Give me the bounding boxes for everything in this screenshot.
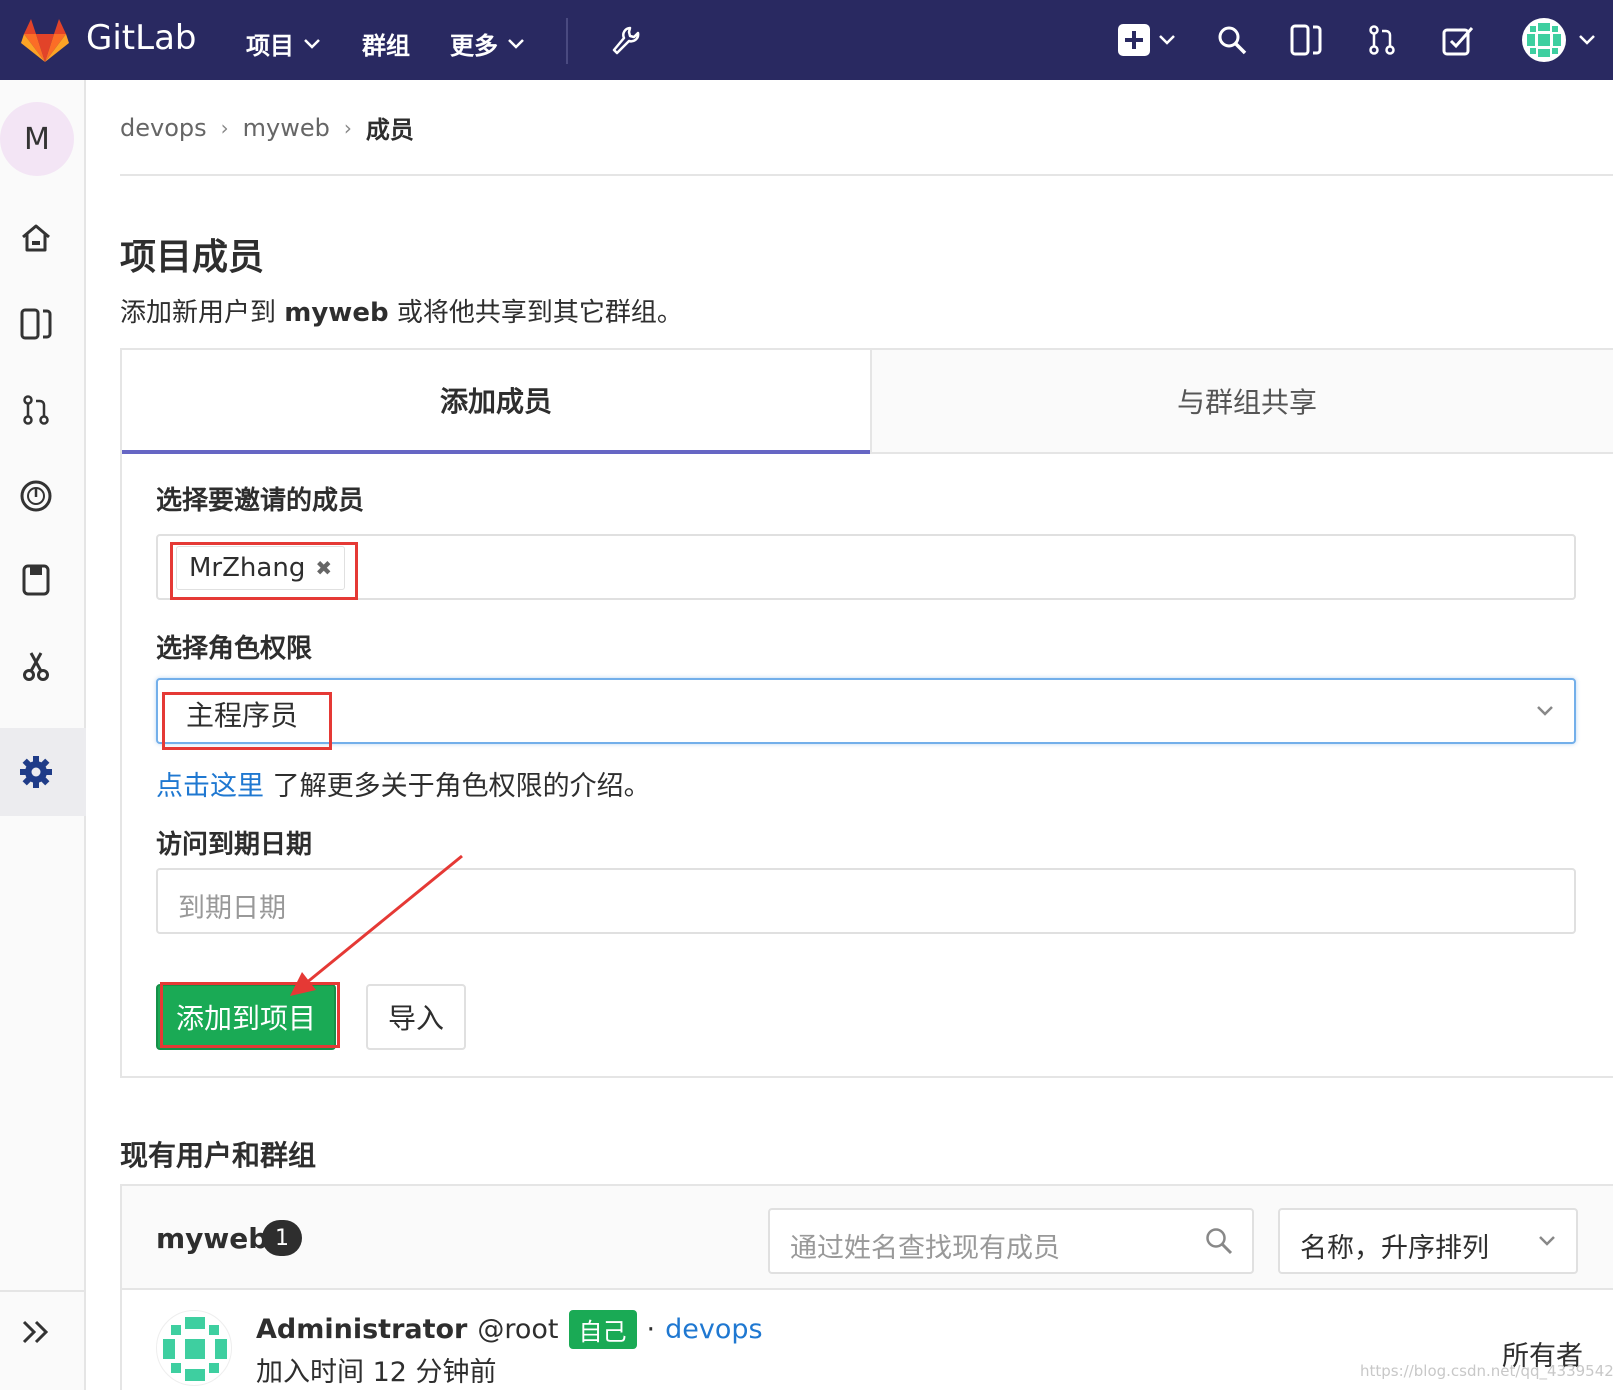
- nav-groups-label: 群组: [362, 32, 410, 60]
- invite-member-input[interactable]: MrZhang ✖: [156, 534, 1576, 600]
- tab-share-with-group[interactable]: 与群组共享: [870, 350, 1613, 454]
- member-separator: ·: [646, 1314, 656, 1345]
- project-avatar[interactable]: M: [0, 102, 74, 176]
- role-help-text: 点击这里 了解更多关于角色权限的介绍。: [156, 764, 651, 803]
- merge-request-icon[interactable]: [14, 388, 58, 432]
- members-list-card: myweb 1 通过姓名查找现有成员 名称，升序排列 Administrator…: [120, 1184, 1613, 1390]
- nav-projects[interactable]: 项目: [246, 26, 322, 61]
- page-description: 添加新用户到 myweb 或将他共享到其它群组。: [120, 292, 683, 329]
- expire-date-placeholder: 到期日期: [178, 893, 286, 924]
- annotation-arrow-icon: [290, 854, 463, 996]
- role-help-suffix: 了解更多关于角色权限的介绍。: [264, 771, 651, 802]
- page-desc-project: myweb: [284, 298, 389, 328]
- settings-icon[interactable]: [14, 728, 58, 816]
- role-help-link[interactable]: 点击这里: [156, 771, 264, 802]
- member-username: @root: [477, 1314, 559, 1345]
- member-name-line: Administrator @root 自己 · devops: [256, 1310, 763, 1349]
- gitlab-logo-icon[interactable]: [20, 16, 70, 64]
- chevron-right-icon: ›: [220, 115, 229, 140]
- chevron-down-icon: [1159, 35, 1175, 45]
- role-label: 选择角色权限: [156, 634, 313, 664]
- member-avatar[interactable]: [156, 1310, 232, 1386]
- existing-members-title: 现有用户和群组: [120, 1139, 317, 1172]
- nav-projects-label: 项目: [246, 32, 294, 60]
- members-list-header: myweb 1 通过姓名查找现有成员 名称，升序排列: [122, 1186, 1613, 1290]
- nav-groups[interactable]: 群组: [362, 26, 410, 61]
- plus-square-icon: [1118, 24, 1150, 56]
- issues-icon[interactable]: [1286, 20, 1326, 60]
- search-icon[interactable]: [1204, 1226, 1234, 1256]
- page-title: 项目成员: [120, 237, 265, 278]
- new-item-dropdown[interactable]: [1112, 20, 1182, 60]
- page-desc-suffix: 或将他共享到其它群组。: [388, 298, 683, 328]
- invite-label: 选择要邀请的成员: [156, 486, 365, 516]
- chevron-down-icon: [508, 38, 524, 49]
- sidebar-divider: [0, 1290, 86, 1292]
- members-count-badge: 1: [262, 1220, 302, 1256]
- member-sort-value: 名称，升序排列: [1300, 1233, 1489, 1264]
- breadcrumb: devops › myweb › 成员: [120, 110, 414, 145]
- todo-icon[interactable]: [1438, 20, 1478, 60]
- nav-more-label: 更多: [450, 32, 498, 60]
- page-desc-prefix: 添加新用户到: [120, 298, 285, 328]
- user-menu[interactable]: [1516, 18, 1602, 62]
- breadcrumb-item-myweb[interactable]: myweb: [243, 114, 330, 142]
- member-search-input[interactable]: 通过姓名查找现有成员: [768, 1208, 1254, 1274]
- search-icon[interactable]: [1212, 20, 1252, 60]
- member-group-link[interactable]: devops: [665, 1314, 762, 1345]
- members-project-name: myweb: [156, 1222, 269, 1255]
- nav-more[interactable]: 更多: [450, 26, 526, 61]
- tab-add-member[interactable]: 添加成员: [122, 350, 870, 454]
- breadcrumb-current[interactable]: 成员: [366, 110, 414, 145]
- project-sidebar: M: [0, 80, 86, 1390]
- chevron-down-icon: [1539, 1236, 1555, 1246]
- wrench-icon[interactable]: [604, 20, 644, 60]
- role-select[interactable]: 主程序员: [156, 678, 1576, 744]
- snippets-icon[interactable]: [14, 644, 58, 688]
- breadcrumb-divider: [120, 174, 1613, 176]
- annotation-box-role: [162, 692, 332, 750]
- ci-cd-icon[interactable]: [14, 474, 58, 518]
- user-avatar: [1522, 18, 1566, 62]
- chevron-down-icon: [304, 38, 320, 49]
- nav-divider: [566, 18, 568, 64]
- member-self-badge: 自己: [568, 1310, 637, 1349]
- member-joined-time: 加入时间 12 分钟前: [256, 1357, 497, 1388]
- chevron-down-icon: [1537, 706, 1553, 716]
- issues-icon[interactable]: [14, 302, 58, 346]
- annotation-box-user: [170, 542, 358, 600]
- chevron-right-icon: ›: [343, 115, 352, 140]
- member-name[interactable]: Administrator: [256, 1314, 467, 1345]
- breadcrumb-item-devops[interactable]: devops: [120, 114, 207, 142]
- brand-name[interactable]: GitLab: [86, 18, 196, 58]
- member-search-placeholder: 通过姓名查找现有成员: [790, 1233, 1060, 1264]
- merge-request-icon[interactable]: [1362, 20, 1402, 60]
- watermark: https://blog.csdn.net/qq_43395428: [1360, 1362, 1613, 1380]
- top-navbar: GitLab 项目 群组 更多: [0, 0, 1613, 80]
- collapse-sidebar-icon[interactable]: [14, 1310, 58, 1354]
- home-icon[interactable]: [14, 216, 58, 260]
- chevron-down-icon: [1579, 35, 1595, 45]
- member-sort-select[interactable]: 名称，升序排列: [1278, 1208, 1578, 1274]
- operations-icon[interactable]: [14, 558, 58, 602]
